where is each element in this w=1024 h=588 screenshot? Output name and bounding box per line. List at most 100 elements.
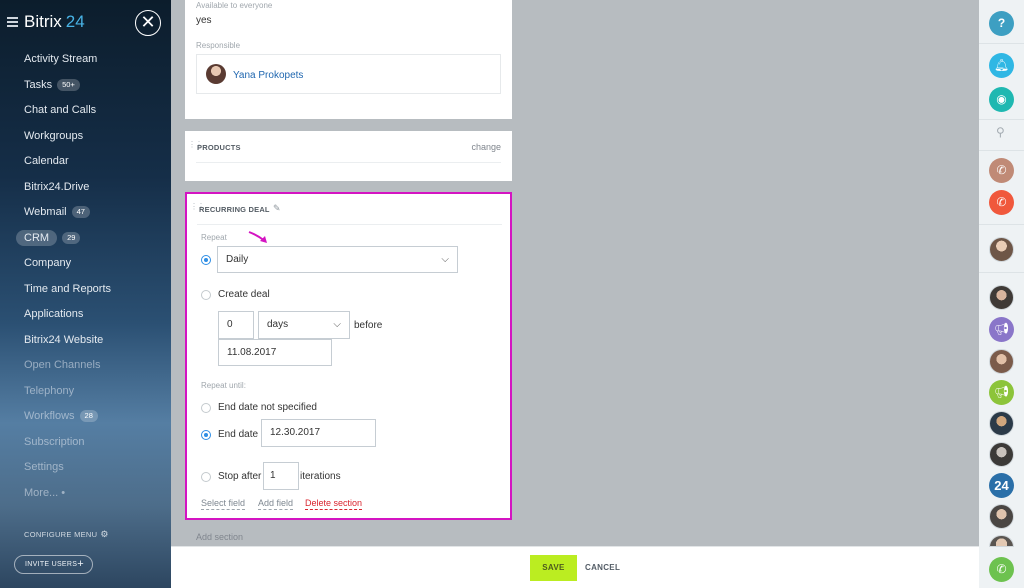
search-icon[interactable]: ⚲	[996, 125, 1005, 139]
add-field-link[interactable]: Add field	[258, 498, 294, 510]
change-link[interactable]: change	[471, 142, 501, 152]
days-count-input[interactable]: 0	[218, 311, 254, 339]
section-title: RECURRING DEAL	[199, 205, 270, 214]
counter-badge: 29	[62, 231, 81, 244]
repeat-select[interactable]: Daily ⌵	[217, 246, 458, 273]
sidebar-item-webmail[interactable]: Webmail 47	[0, 200, 171, 226]
sidebar-item-workflows[interactable]: Workflows 28	[0, 404, 171, 430]
sidebar-item-open-channels[interactable]: Open Channels	[0, 353, 171, 379]
save-button[interactable]: SAVE	[530, 555, 577, 581]
sidebar-item-label: Company	[24, 257, 72, 269]
sidebar-item-label: Time and Reports	[24, 282, 112, 295]
stop-after-radio[interactable]	[201, 472, 211, 482]
sidebar-item-label: Bitrix24 Website	[24, 333, 104, 346]
sidebar-item-settings[interactable]: Settings	[0, 455, 171, 481]
sidebar-item-label: Workflows	[24, 410, 75, 422]
bell-icon[interactable]: 🔔︎	[989, 53, 1014, 78]
sidebar-item-label: Applications	[24, 308, 84, 320]
sidebar-item-activity-stream[interactable]: Activity Stream	[0, 47, 171, 73]
annotation-arrow-icon	[248, 231, 267, 243]
sidebar-item-applications[interactable]: Applications	[0, 302, 171, 328]
section-title: PRODUCTS	[197, 143, 241, 152]
invite-users-label: INVITE USERS	[25, 561, 78, 568]
add-section-link[interactable]: Add section	[196, 532, 243, 542]
logo[interactable]: Bitrix 24	[24, 12, 85, 32]
more-dot: •	[61, 486, 66, 499]
responsible-name[interactable]: Yana Prokopets	[233, 70, 303, 81]
days-unit-value: days	[267, 319, 289, 330]
sidebar-item-crm[interactable]: CRM 29	[0, 226, 171, 252]
divider	[979, 119, 1024, 120]
sidebar-item-label: More...	[24, 486, 59, 499]
user-avatar-icon[interactable]	[989, 237, 1014, 262]
sidebar-item-label: Workgroups	[24, 129, 84, 142]
chevron-down-icon: ⌵	[441, 254, 449, 265]
bitrix24-number: 24	[994, 478, 1009, 493]
iterations-input[interactable]: 1	[263, 462, 299, 490]
iterations-label: iterations	[300, 471, 341, 482]
sidebar-item-drive[interactable]: Bitrix24.Drive	[0, 175, 171, 201]
user-avatar-icon[interactable]	[989, 535, 1014, 547]
repeat-until-label: Repeat until:	[201, 381, 246, 390]
user-avatar-icon[interactable]	[989, 504, 1014, 529]
end-not-specified-label: End date not specified	[218, 402, 317, 413]
megaphone-icon[interactable]: 📢︎	[989, 380, 1014, 405]
sidebar-item-more[interactable]: More... •	[0, 481, 171, 507]
divider	[979, 224, 1024, 225]
sidebar-item-label: Telephony	[24, 384, 75, 397]
phone-call-icon[interactable]: ✆	[989, 190, 1014, 215]
invite-users-button[interactable]: INVITE USERS +	[14, 555, 93, 574]
avatar	[206, 64, 226, 84]
menu-icon[interactable]	[7, 17, 18, 27]
user-avatar-icon[interactable]	[989, 349, 1014, 374]
end-date-label: End date	[218, 429, 259, 440]
sidebar-item-tasks[interactable]: Tasks 50+	[0, 73, 171, 99]
sidebar-item-label: CRM	[16, 229, 58, 246]
divider	[979, 150, 1024, 151]
right-rail: ? 🔔︎ ◉ ⚲ ✆ ✆ 📢︎ 📢︎ 24 ✆	[979, 0, 1024, 588]
available-value: yes	[196, 15, 212, 26]
user-avatar-icon[interactable]	[989, 442, 1014, 467]
end-date-input[interactable]: 12.30.2017	[261, 419, 376, 447]
counter-badge: 47	[71, 206, 90, 218]
stop-after-label: Stop after	[218, 471, 262, 482]
sidebar-item-calendar[interactable]: Calendar	[0, 149, 171, 175]
date-input[interactable]: 11.08.2017	[218, 339, 332, 366]
sidebar-item-subscription[interactable]: Subscription	[0, 430, 171, 456]
sidebar-item-website[interactable]: Bitrix24 Website	[0, 328, 171, 354]
sidebar-item-chat[interactable]: Chat and Calls	[0, 98, 171, 124]
logo-name: Bitrix	[24, 12, 62, 31]
counter-badge: 50+	[57, 78, 80, 91]
sidebar-item-telephony[interactable]: Telephony	[0, 379, 171, 405]
megaphone-icon[interactable]: 📢︎	[989, 317, 1014, 342]
configure-menu-link[interactable]: CONFIGURE MENU ⚙	[24, 529, 109, 540]
repeat-radio[interactable]	[201, 255, 211, 265]
sidebar-nav: Activity Stream Tasks 50+ Chat and Calls …	[0, 47, 171, 506]
delete-section-link[interactable]: Delete section	[305, 498, 363, 510]
sidebar-item-label: Webmail	[24, 206, 67, 218]
pencil-icon[interactable]: ✎	[273, 203, 281, 214]
responsible-field[interactable]: Yana Prokopets	[196, 54, 501, 94]
close-icon[interactable]: ✕	[135, 10, 161, 36]
user-avatar-icon[interactable]	[989, 411, 1014, 436]
days-unit-select[interactable]: days ⌵	[258, 311, 350, 339]
user-avatar-icon[interactable]	[989, 285, 1014, 310]
end-date-radio[interactable]	[201, 430, 211, 440]
sidebar-item-time-reports[interactable]: Time and Reports	[0, 277, 171, 303]
products-section: ⋮⋮ PRODUCTS change	[185, 131, 512, 181]
select-field-link[interactable]: Select field	[201, 498, 246, 510]
help-mark: ?	[997, 16, 1006, 30]
responsible-label: Responsible	[196, 41, 241, 50]
sidebar-item-company[interactable]: Company	[0, 251, 171, 277]
end-not-specified-radio[interactable]	[201, 403, 211, 413]
create-deal-radio[interactable]	[201, 290, 211, 300]
phone-icon[interactable]: ✆	[989, 557, 1014, 582]
chat-icon[interactable]: ◉	[989, 87, 1014, 112]
bitrix24-icon[interactable]: 24	[989, 473, 1014, 498]
cancel-button[interactable]: CANCEL	[585, 555, 620, 581]
configure-menu-label: CONFIGURE MENU	[24, 530, 98, 539]
sidebar-item-workgroups[interactable]: Workgroups	[0, 124, 171, 150]
phone-icon[interactable]: ✆	[989, 158, 1014, 183]
available-label: Available to everyone	[196, 1, 273, 10]
help-icon[interactable]: ?	[989, 11, 1014, 36]
